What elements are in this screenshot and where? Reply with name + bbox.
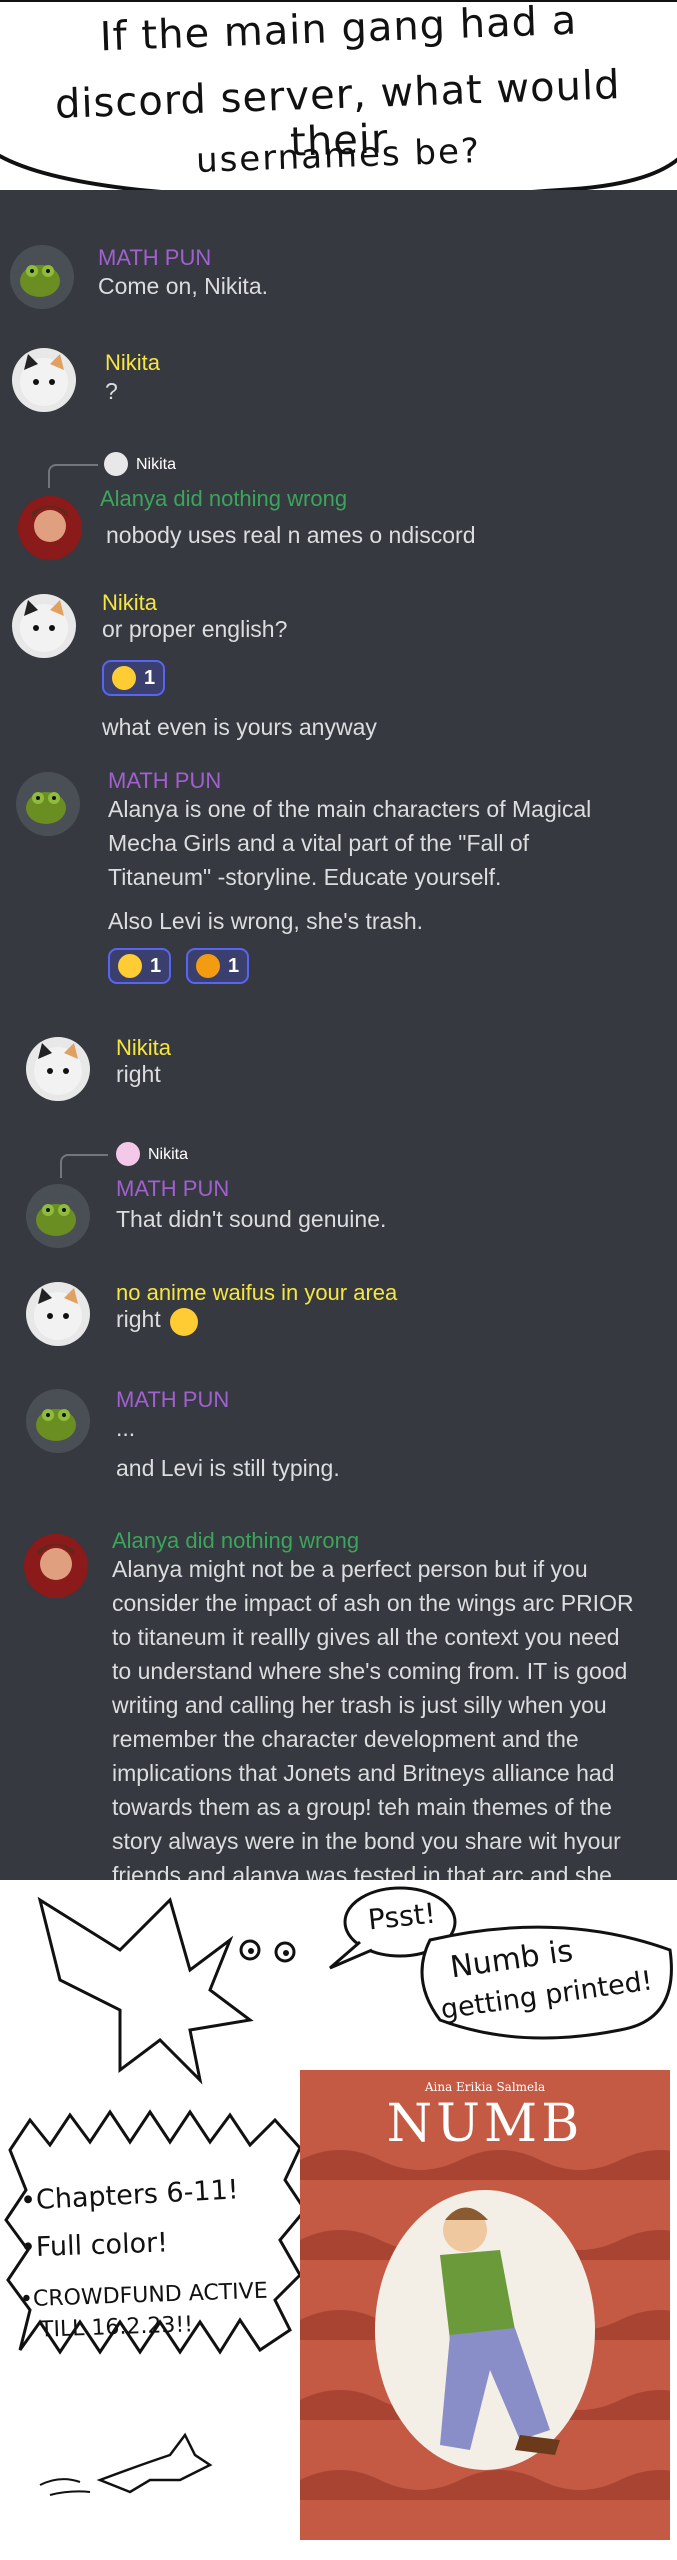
message-text: right bbox=[116, 1306, 161, 1332]
frog-avatar[interactable] bbox=[10, 245, 74, 309]
username[interactable]: Alanya did nothing wrong bbox=[112, 1528, 359, 1554]
alanya-avatar[interactable] bbox=[24, 1534, 88, 1598]
username[interactable]: MATH PUN bbox=[108, 768, 221, 794]
message-text: Mecha Girls and a vital part of the "Fal… bbox=[108, 830, 530, 856]
message-text: right bbox=[116, 1061, 161, 1087]
message-text: Come on, Nikita. bbox=[98, 273, 269, 299]
message-text: or proper english? bbox=[102, 616, 288, 642]
message-text: remember the character development and t… bbox=[112, 1726, 579, 1752]
message-text: Also Levi is wrong, she's trash. bbox=[108, 908, 424, 934]
message-text: ... bbox=[116, 1415, 136, 1441]
eyeroll-emoji-icon bbox=[170, 1308, 198, 1336]
sob-emoji-icon bbox=[112, 666, 136, 690]
message-text: Alanya is one of the main characters of … bbox=[108, 796, 592, 822]
frog-avatar[interactable] bbox=[26, 1389, 90, 1453]
message-text: Alanya might not be a perfect person but… bbox=[112, 1556, 588, 1582]
book-author: Aina Erikia Salmela bbox=[424, 2080, 546, 2094]
reaction-count: 1 bbox=[228, 954, 240, 977]
discord-chat: MATH PUN Come on, Nikita. Nikita ? Nikit… bbox=[0, 190, 677, 1880]
message-text: consider the impact of ash on the wings … bbox=[112, 1590, 634, 1616]
message-text: Titaneum" -storyline. Educate yourself. bbox=[108, 864, 502, 890]
cat-avatar[interactable] bbox=[12, 348, 76, 412]
message-text: towards them as a group! teh main themes… bbox=[112, 1794, 612, 1820]
reply-connector bbox=[60, 1154, 108, 1178]
comic-advert: Psst! Numb is getting printed! •Chapters… bbox=[0, 1880, 677, 2560]
username[interactable]: Nikita bbox=[105, 350, 160, 376]
bullet-full-color: •Full color! bbox=[19, 2227, 169, 2264]
message-text: nobody uses real n ames o ndiscord bbox=[106, 522, 476, 548]
username[interactable]: Alanya did nothing wrong bbox=[100, 486, 347, 512]
reaction-count: 1 bbox=[150, 954, 162, 977]
message-text: to understand where she's coming from. I… bbox=[112, 1658, 628, 1684]
shocked-emoji-icon bbox=[118, 954, 142, 978]
frog-avatar[interactable] bbox=[26, 1184, 90, 1248]
message-text: ? bbox=[105, 378, 118, 404]
message-text: friends and alanya was tested in that ar… bbox=[112, 1862, 612, 1880]
message-text: to titaneum it reallly gives all the con… bbox=[112, 1624, 620, 1650]
message-text: and Levi is still typing. bbox=[116, 1455, 340, 1481]
book-title: NUMB bbox=[386, 2094, 584, 2154]
reply-cat-avatar bbox=[104, 452, 128, 476]
reply-avatar bbox=[116, 1142, 140, 1166]
reaction-button[interactable]: 1 bbox=[108, 948, 172, 984]
message-text: what even is yours anyway bbox=[102, 714, 377, 740]
cat-avatar[interactable] bbox=[26, 1282, 90, 1346]
frog-avatar[interactable] bbox=[16, 772, 80, 836]
book-cover[interactable]: Aina Erikia Salmela NUMB bbox=[300, 2070, 670, 2540]
reply-username[interactable]: Nikita bbox=[148, 1146, 188, 1164]
message-text: That didn't sound genuine. bbox=[116, 1206, 387, 1232]
reaction-count: 1 bbox=[144, 666, 156, 689]
reaction-button[interactable]: 1 bbox=[102, 660, 166, 696]
username[interactable]: MATH PUN bbox=[116, 1387, 229, 1413]
reply-connector bbox=[48, 464, 98, 488]
username[interactable]: MATH PUN bbox=[116, 1176, 229, 1202]
reaction-button[interactable]: 1 bbox=[186, 948, 250, 984]
message-text: implications that Jonets and Britneys al… bbox=[112, 1760, 615, 1786]
angry-emoji-icon bbox=[196, 954, 220, 978]
cat-avatar[interactable] bbox=[26, 1037, 90, 1101]
psst-text: Psst! bbox=[366, 1896, 438, 1937]
message-text: story always were in the bond you share … bbox=[112, 1828, 621, 1854]
cat-avatar[interactable] bbox=[12, 594, 76, 658]
reply-username[interactable]: Nikita bbox=[136, 456, 176, 474]
username[interactable]: MATH PUN bbox=[98, 245, 211, 271]
bullet-crowdfund-date: TILL 16.2.23!! bbox=[39, 2312, 194, 2343]
message-text: writing and calling her trash is just si… bbox=[112, 1692, 607, 1718]
alanya-avatar[interactable] bbox=[18, 496, 82, 560]
